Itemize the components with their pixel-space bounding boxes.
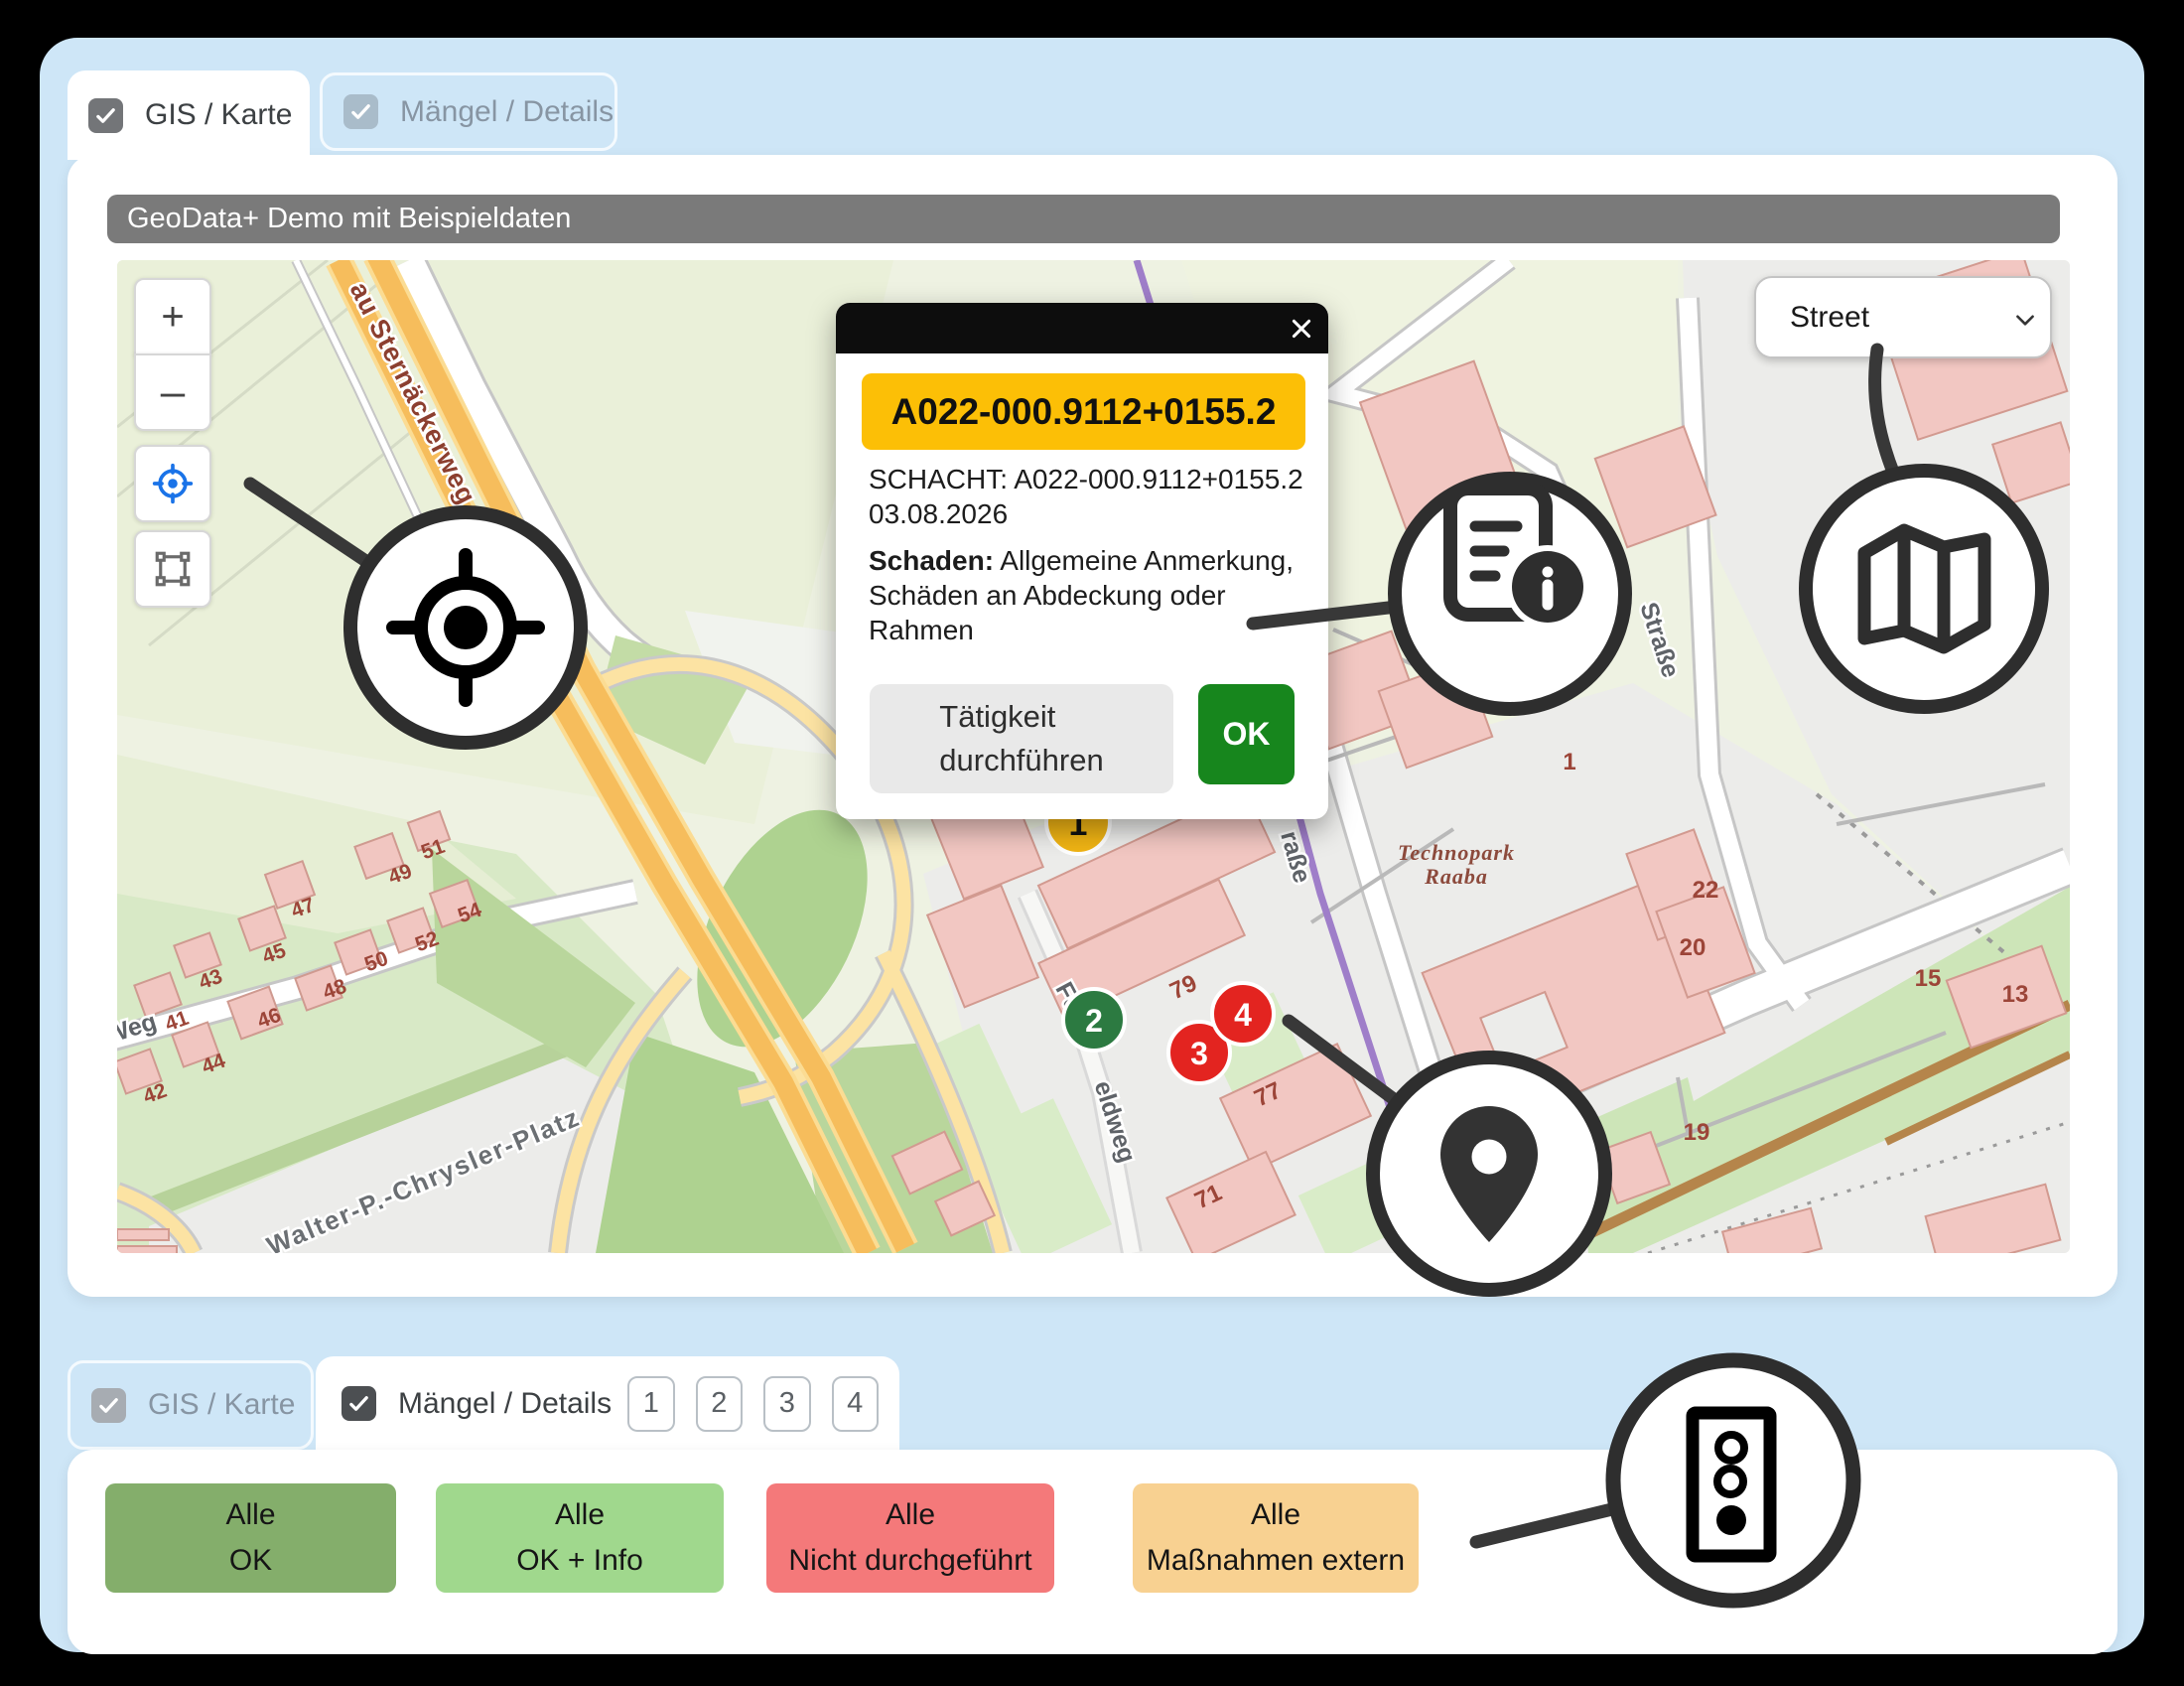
svg-text:3: 3 [1190,1036,1208,1071]
svg-text:24: 24 [1503,677,1530,704]
svg-text:15: 15 [1915,965,1942,992]
svg-text:13: 13 [2002,981,2029,1008]
svg-text:19: 19 [1684,1119,1710,1146]
svg-text:Raaba: Raaba [1424,864,1488,889]
svg-text:4: 4 [1234,997,1252,1033]
svg-text:Technopark: Technopark [1398,840,1515,865]
svg-text:1: 1 [1563,749,1575,775]
svg-text:2: 2 [1085,1003,1103,1039]
svg-text:20: 20 [1680,934,1706,961]
svg-text:22: 22 [1693,877,1719,904]
